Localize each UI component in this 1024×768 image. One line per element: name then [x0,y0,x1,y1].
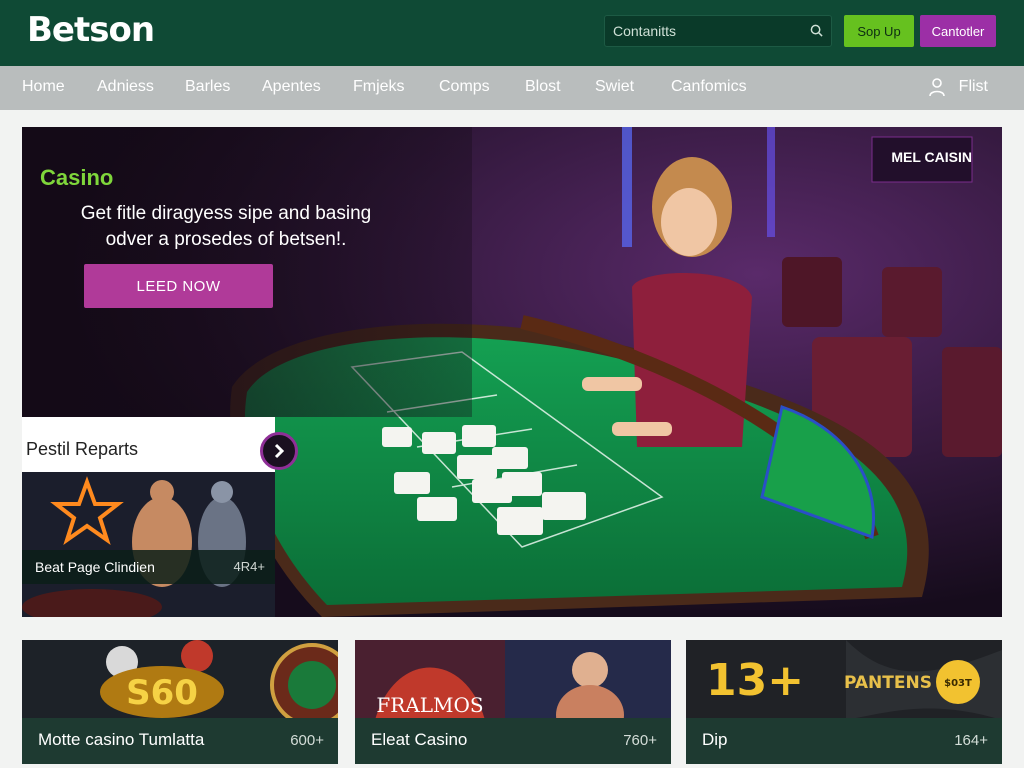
game-card-3[interactable]: 13+ PANTENS $03T Dip 164+ [686,640,1002,764]
user-icon[interactable] [928,77,946,97]
card-3-badge: $03T [944,678,972,689]
nav-item-7[interactable]: Blost [525,78,561,96]
chevron-right-icon [274,443,285,459]
next-arrow-button[interactable] [260,432,298,470]
nav-item-5[interactable]: Fmjeks [353,78,405,96]
card-1-count: 600+ [290,732,324,749]
user-label[interactable]: Flist [959,78,988,96]
card-1-art-text: S60 [126,673,198,713]
card-3-art-text-2: PANTENS [844,673,932,693]
nav-item-3[interactable]: Barles [185,78,230,96]
contact-button[interactable]: Cantotler [920,15,996,47]
card-1-title: Motte casino Tumlatta [38,730,205,749]
nav-item-6[interactable]: Comps [439,78,490,96]
reports-item-caption: Beat Page Clindien 4R4+ [22,550,275,584]
signup-button[interactable]: Sop Up [844,15,914,47]
nav-item-9[interactable]: Canfomics [671,78,747,96]
reports-item[interactable]: Beat Page Clindien 4R4+ [22,472,275,617]
search-icon[interactable] [810,24,823,37]
hero-description: Get fitle diragyess sipe and basing odve… [80,203,372,250]
card-3-art-text: 13+ [706,655,804,706]
fighters-image [22,472,275,617]
top-header: Betson Sop Up Cantotler [0,0,1024,66]
card-2-art-text: FRALMOS [376,693,483,717]
card-3-caption: Dip 164+ [686,718,1002,764]
reports-title: Pestil Reparts [26,439,139,459]
search-input[interactable] [605,16,805,46]
main-nav: Home Adniess Barles Apentes Fmjeks Comps… [0,66,1024,110]
casino-sign: MEL CAISIN [891,149,972,165]
game-card-2[interactable]: FRALMOS Eleat Casino 760+ [355,640,671,764]
search-box[interactable] [604,15,832,47]
nav-item-2[interactable]: Adniess [97,78,154,96]
read-now-button[interactable]: LEED NOW [84,264,273,308]
card-3-title: Dip [702,730,728,749]
game-card-1[interactable]: S60 Motte casino Tumlatta 600+ [22,640,338,764]
card-2-title: Eleat Casino [371,730,468,749]
reports-item-title: Beat Page Clindien [35,559,155,575]
card-3-count: 164+ [954,732,988,749]
site-logo[interactable]: Betson [27,10,155,50]
reports-card: Pestil Reparts Beat Page Clindien 4R4+ [22,417,275,617]
reports-item-count: 4R4+ [233,559,265,574]
card-2-count: 760+ [623,732,657,749]
card-2-caption: Eleat Casino 760+ [355,718,671,764]
nav-item-8[interactable]: Swiet [595,78,634,96]
nav-item-4[interactable]: Apentes [262,78,321,96]
nav-item-home[interactable]: Home [22,78,65,96]
card-1-caption: Motte casino Tumlatta 600+ [22,718,338,764]
hero-title: Casino [40,165,114,190]
